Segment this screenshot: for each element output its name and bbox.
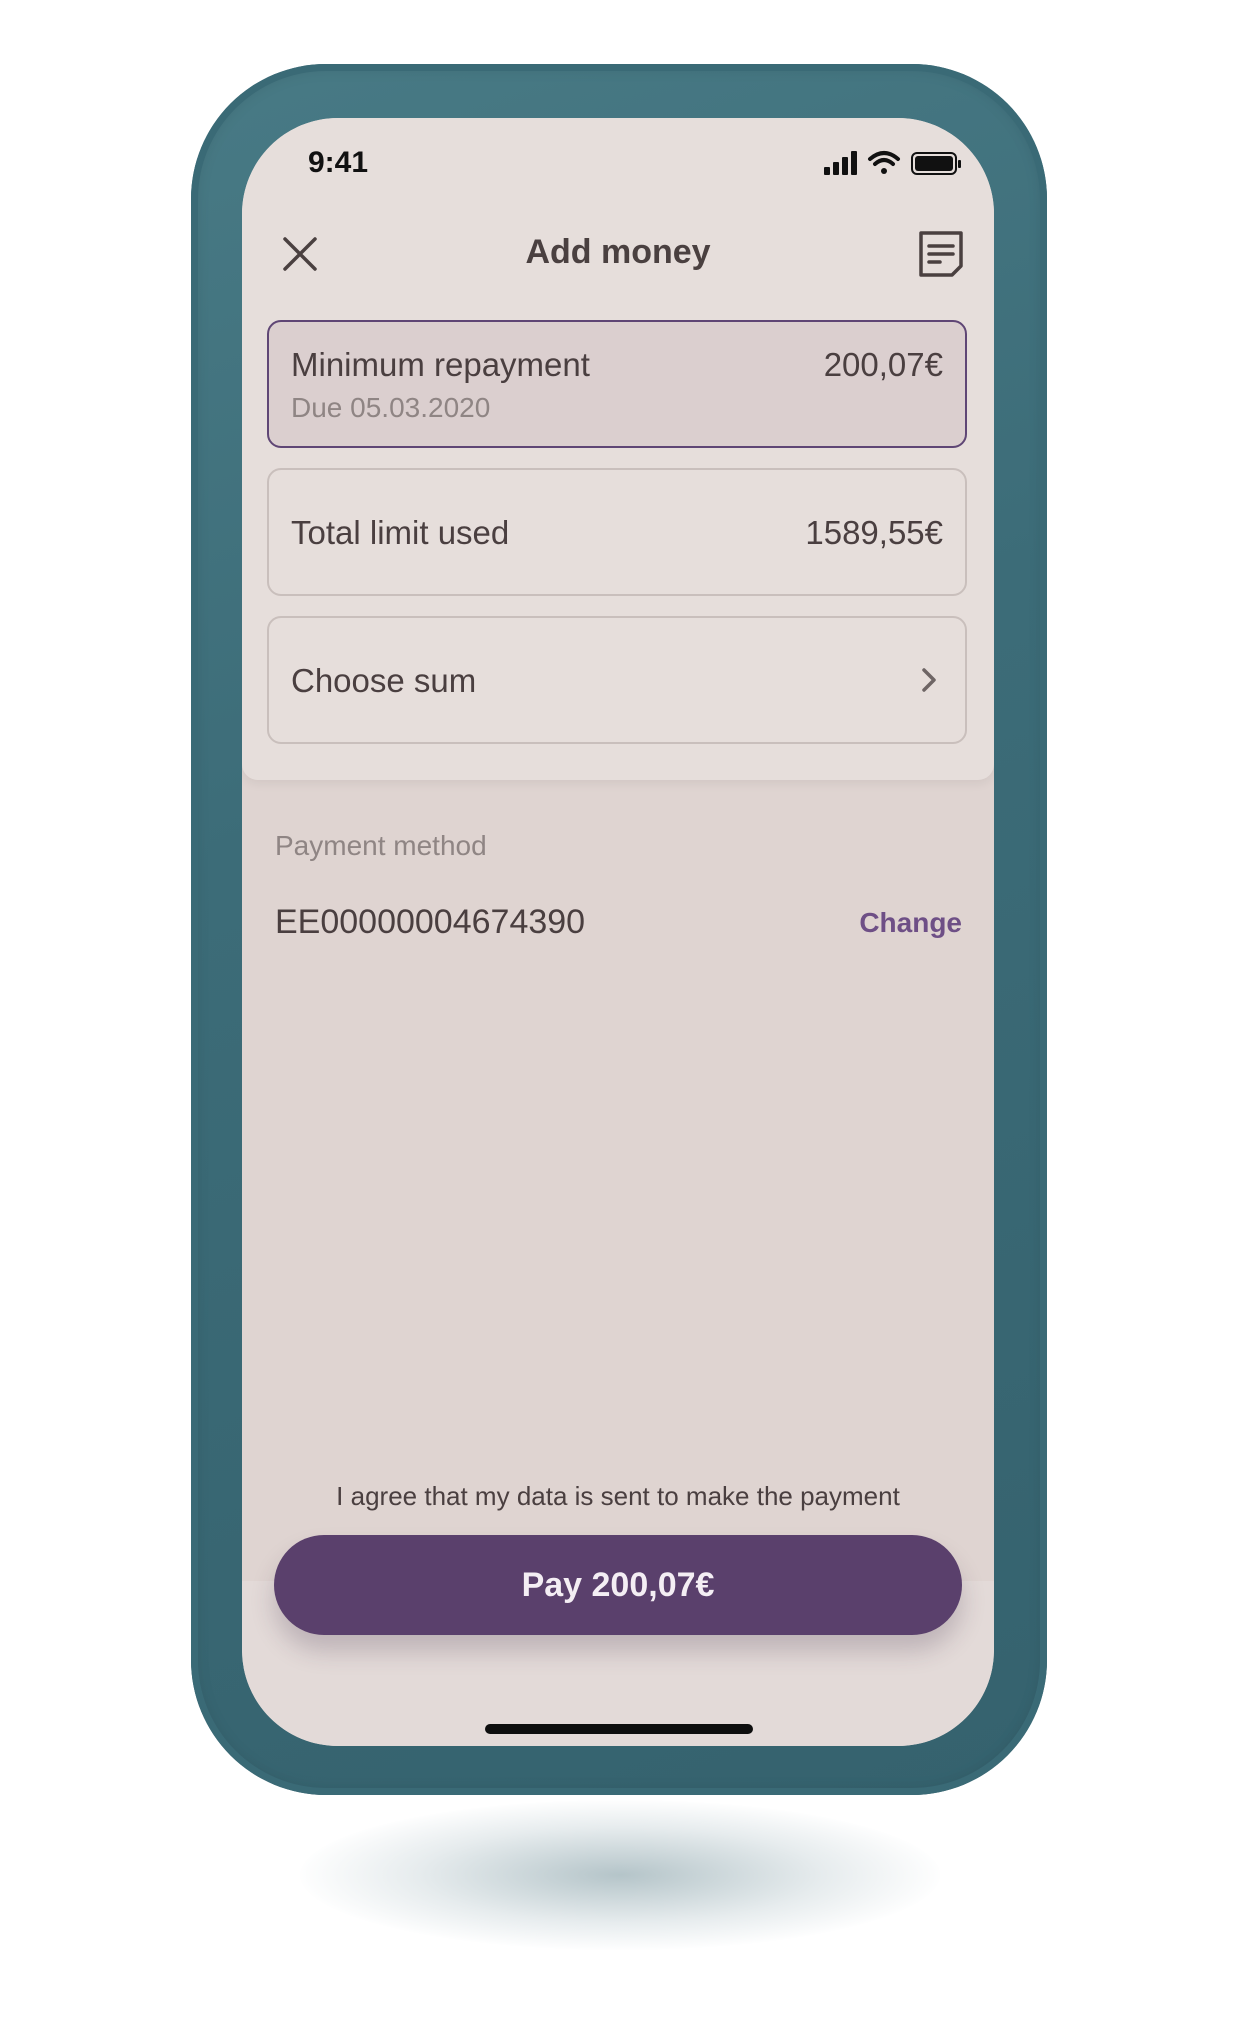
chevron-right-icon — [922, 668, 936, 692]
payment-account: EE00000004674390 — [275, 903, 586, 941]
agreement-text: I agree that my data is sent to make the… — [336, 1481, 900, 1511]
option-choose-sum[interactable]: Choose sum — [267, 616, 967, 744]
status-icons — [824, 150, 964, 178]
statement-button[interactable] — [918, 230, 964, 278]
option-label: Minimum repayment — [291, 346, 590, 383]
change-payment-link[interactable]: Change — [859, 907, 962, 939]
page-title: Add money — [525, 233, 711, 271]
signal-icon — [824, 151, 857, 175]
option-due-date: Due 05.03.2020 — [291, 392, 491, 423]
phone-screen: 9:41 Add money Minimum repayment Due 05.… — [242, 118, 994, 1746]
payment-method-label: Payment method — [275, 830, 487, 861]
phone-shadow — [300, 1800, 940, 1950]
option-label: Choose sum — [291, 662, 477, 699]
status-time: 9:41 — [308, 146, 369, 179]
option-minimum-repayment[interactable]: Minimum repayment Due 05.03.2020 200,07€ — [267, 320, 967, 448]
top-panel: 9:41 Add money Minimum repayment Due 05.… — [242, 118, 994, 780]
document-icon — [919, 231, 963, 277]
option-label: Total limit used — [291, 514, 510, 551]
home-indicator — [485, 1724, 753, 1734]
option-amount: 200,07€ — [823, 346, 943, 383]
battery-icon — [911, 152, 961, 175]
pay-button[interactable]: Pay 200,07€ — [274, 1535, 962, 1635]
wifi-icon — [868, 151, 900, 174]
option-total-limit-used[interactable]: Total limit used 1589,55€ — [267, 468, 967, 596]
option-amount: 1589,55€ — [805, 514, 943, 551]
